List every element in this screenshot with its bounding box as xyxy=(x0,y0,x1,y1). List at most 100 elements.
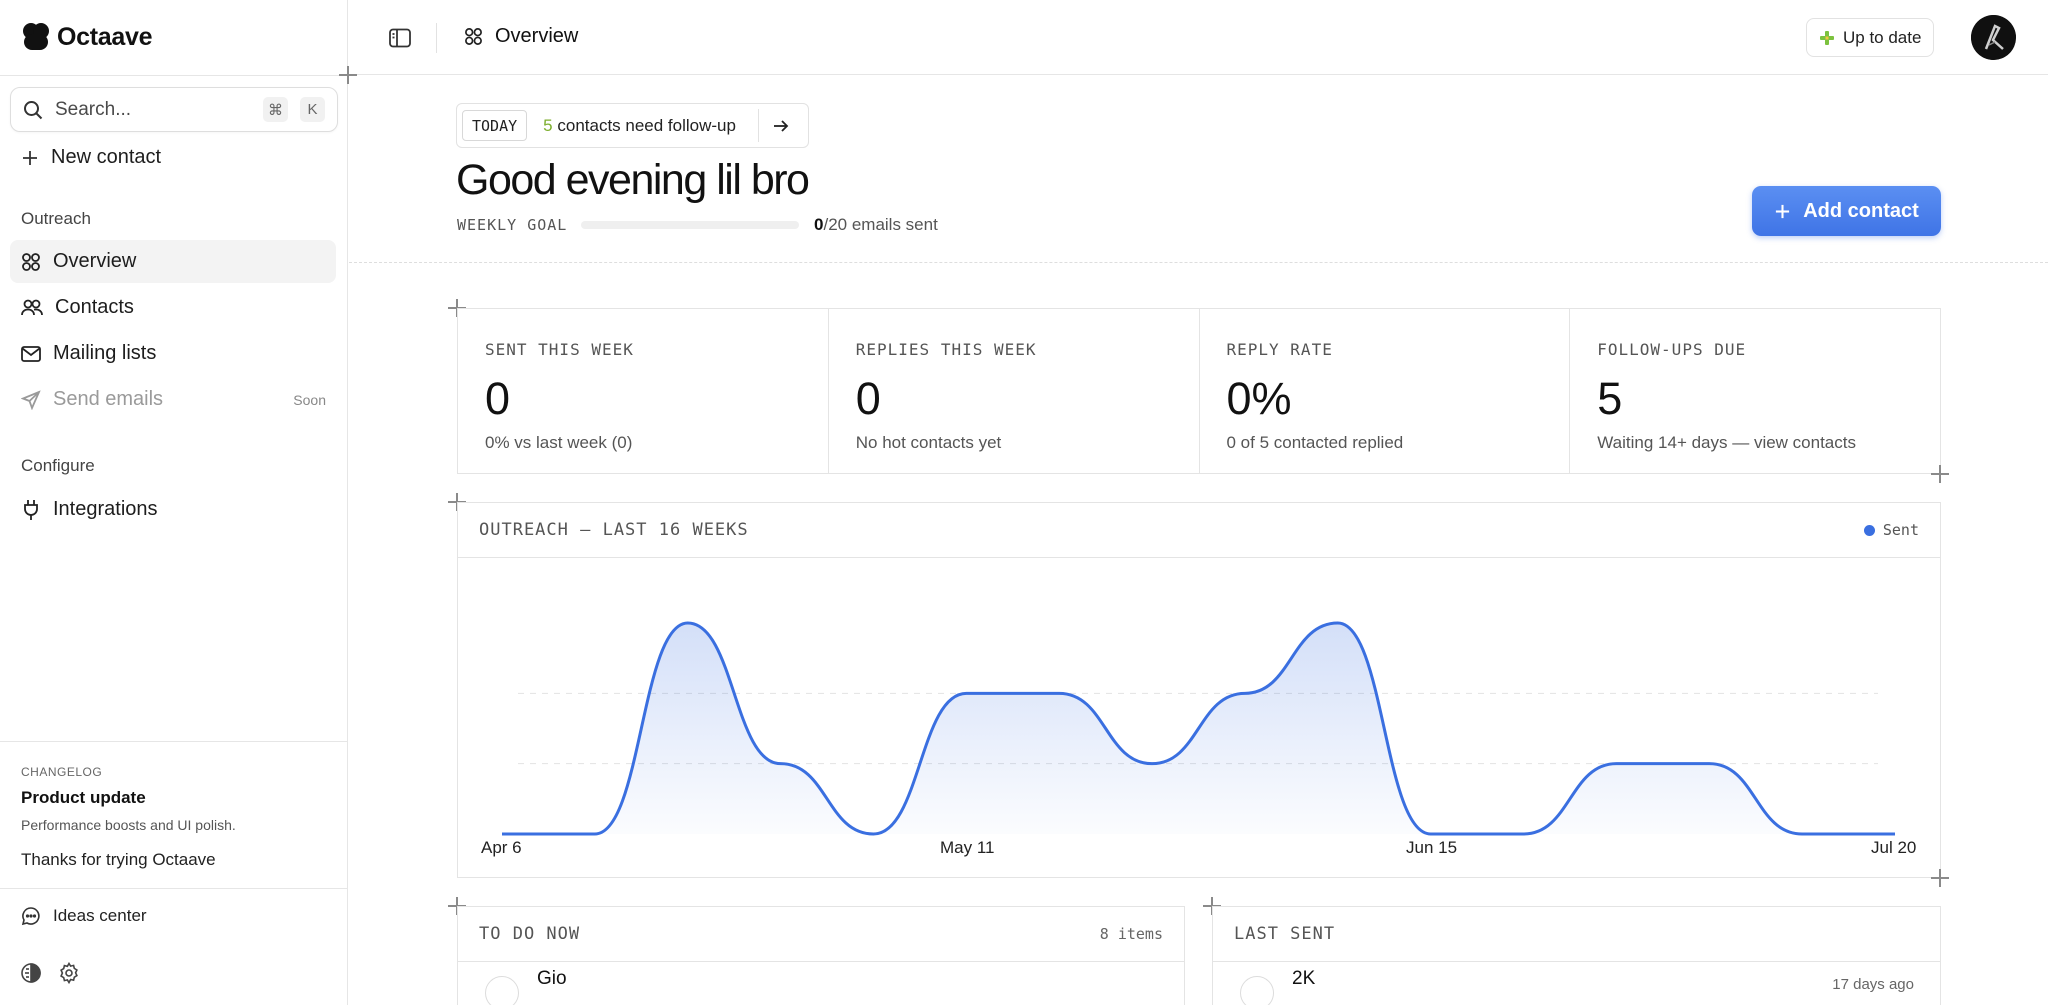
followup-banner[interactable]: TODAY 5 contacts need follow-up xyxy=(456,103,809,148)
followup-text: contacts need follow-up xyxy=(557,115,736,135)
chart-legend: Sent xyxy=(1863,521,1919,539)
stat-subtext: 0 of 5 contacted replied xyxy=(1226,433,1404,452)
followup-count: 5 xyxy=(543,115,553,135)
stat-value: 0 xyxy=(485,373,511,424)
new-contact-label: New contact xyxy=(51,146,162,168)
corner-marker xyxy=(1931,465,1949,483)
brand-logo[interactable]: Octaave xyxy=(21,22,153,52)
stat-follow-ups-due[interactable]: FOLLOW-UPS DUE 5 Waiting 14+ days — view… xyxy=(1570,309,1940,473)
todo-card: TO DO NOW 8 items Gio xyxy=(457,906,1185,1005)
theme-toggle-icon[interactable] xyxy=(20,962,42,984)
outreach-chart-card: OUTREACH — LAST 16 WEEKS Sent xyxy=(457,502,1941,878)
x-tick-label: May 11 xyxy=(940,838,995,857)
grid-icon xyxy=(465,28,482,45)
last-sent-header: LAST SENT xyxy=(1213,907,1940,962)
page-title: Good evening lil bro xyxy=(456,156,810,204)
sidebar-toggle-icon xyxy=(389,28,411,48)
sidebar-divider xyxy=(0,741,348,742)
changelog-body: Performance boosts and UI polish. xyxy=(21,817,236,833)
sidebar-toggle-button[interactable] xyxy=(386,24,414,52)
search-placeholder: Search... xyxy=(55,98,132,120)
stat-replies-this-week: REPLIES THIS WEEK 0 No hot contacts yet xyxy=(829,309,1200,473)
last-sent-name: 2K xyxy=(1292,968,1316,989)
avatar xyxy=(1240,976,1274,1005)
ideas-center-link[interactable]: Ideas center xyxy=(21,906,147,926)
sidebar-footer-icons xyxy=(20,962,80,984)
sidebar-item-label: Send emails xyxy=(53,388,164,410)
section-outreach: Outreach xyxy=(21,209,91,228)
sync-status-button[interactable]: Up to date xyxy=(1806,18,1935,57)
sidebar-item-send-emails[interactable]: Send emails Soon xyxy=(10,378,336,421)
stat-subtext[interactable]: Waiting 14+ days — view contacts xyxy=(1597,433,1940,453)
ideas-center-label: Ideas center xyxy=(53,906,147,925)
header-divider xyxy=(349,262,2048,263)
todo-title: TO DO NOW xyxy=(479,924,581,944)
weekly-goal-text: 0/20 emails sent xyxy=(814,215,938,235)
stat-label: FOLLOW-UPS DUE xyxy=(1597,340,1747,359)
section-configure: Configure xyxy=(21,456,95,475)
sidebar-item-contacts[interactable]: Contacts xyxy=(10,286,336,329)
sidebar-item-label: Mailing lists xyxy=(53,342,157,364)
sidebar-item-integrations[interactable]: Integrations xyxy=(10,488,336,531)
sidebar-item-label: Contacts xyxy=(55,296,134,318)
send-icon xyxy=(21,389,41,410)
chart-title: OUTREACH — LAST 16 WEEKS xyxy=(479,520,749,540)
topbar-separator xyxy=(436,23,437,53)
weekly-goal-progress xyxy=(581,221,799,229)
chat-bubble-icon xyxy=(21,907,40,926)
octaave-logo-icon xyxy=(23,23,49,50)
x-tick-label: Jul 20 xyxy=(1871,838,1917,857)
avatar[interactable] xyxy=(1971,15,2016,60)
app-name: Octaave xyxy=(57,22,153,51)
chart-header: OUTREACH — LAST 16 WEEKS Sent xyxy=(458,503,1940,558)
changelog-kicker: CHANGELOG xyxy=(21,765,103,779)
todo-count: 8 items xyxy=(1099,925,1163,943)
stat-subtext: No hot contacts yet xyxy=(855,433,1002,452)
stat-label: REPLY RATE xyxy=(1226,340,1333,359)
sidebar-item-mailing-lists[interactable]: Mailing lists xyxy=(10,332,336,375)
stat-label: REPLIES THIS WEEK xyxy=(855,340,1037,359)
corner-marker xyxy=(1931,869,1949,887)
legend-label: Sent xyxy=(1882,521,1919,539)
followup-message: 5 contacts need follow-up xyxy=(543,116,736,136)
shortcut-key: K xyxy=(300,97,325,122)
new-contact-button[interactable]: New contact xyxy=(10,136,336,179)
soon-badge: Soon xyxy=(293,391,326,408)
list-item[interactable]: Gio xyxy=(458,962,1184,1005)
avatar-image-icon xyxy=(1971,15,2016,60)
status-circle-icon[interactable] xyxy=(485,976,519,1005)
breadcrumb: Overview xyxy=(464,25,578,48)
list-item[interactable]: 2K 17 days ago xyxy=(1213,962,1940,1005)
outreach-chart xyxy=(501,621,1895,836)
goal-rest: /20 emails sent xyxy=(823,215,938,234)
sidebar: Octaave Search... ⌘ K New contact Outrea… xyxy=(0,0,348,1005)
grid-icon xyxy=(22,252,40,271)
add-contact-button[interactable]: Add contact xyxy=(1752,186,1941,236)
today-tag: TODAY xyxy=(462,110,528,141)
stats-grid: SENT THIS WEEK 0 0% vs last week (0) REP… xyxy=(457,308,1941,474)
legend-dot xyxy=(1863,524,1875,536)
sidebar-item-overview[interactable]: Overview xyxy=(10,240,336,283)
last-sent-card: LAST SENT 2K 17 days ago xyxy=(1212,906,1941,1005)
corner-marker xyxy=(339,66,357,84)
sparkle-icon xyxy=(1820,30,1834,45)
changelog-title[interactable]: Product update xyxy=(21,788,146,808)
sync-status-label: Up to date xyxy=(1843,27,1922,47)
plug-icon xyxy=(24,499,38,520)
stat-value: 0 xyxy=(855,373,881,424)
plus-icon xyxy=(23,150,37,165)
gear-icon[interactable] xyxy=(58,962,80,984)
sidebar-divider xyxy=(0,75,348,76)
x-tick-label: Apr 6 xyxy=(481,838,522,857)
weekly-goal-label: WEEKLY GOAL xyxy=(457,216,568,234)
stat-value: 5 xyxy=(1597,373,1623,424)
thanks-text: Thanks for trying Octaave xyxy=(21,850,216,869)
mail-icon xyxy=(21,345,41,362)
plus-icon xyxy=(1776,204,1790,218)
users-icon xyxy=(21,299,43,315)
stat-value: 0% xyxy=(1226,373,1292,424)
sidebar-item-label: Overview xyxy=(53,250,137,272)
todo-item-name: Gio xyxy=(537,968,567,989)
arrow-right-icon[interactable] xyxy=(759,119,803,133)
search-input[interactable]: Search... ⌘ K xyxy=(10,87,338,132)
